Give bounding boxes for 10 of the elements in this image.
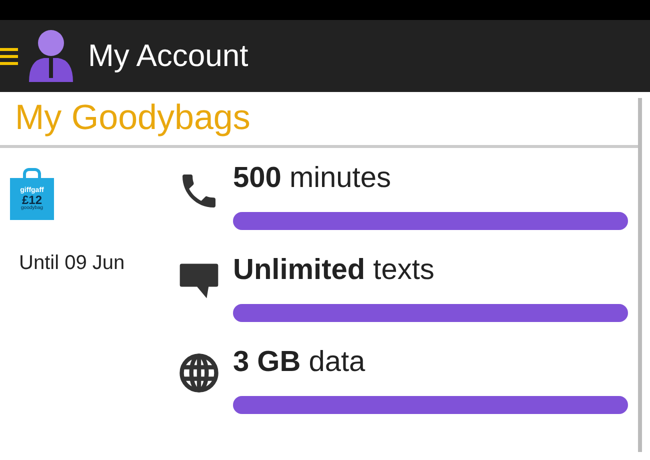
allowance-label: 3 GB data [233,345,366,380]
price-label: £12 [22,194,42,206]
user-avatar-icon [26,28,76,84]
app-bar-title: My Account [88,36,248,75]
allowance-label: 500 minutes [233,161,392,196]
allowance-label: Unlimited texts [233,253,436,288]
section-title: My Goodybags [15,97,250,140]
expiry-date: Until 09 Jun [19,251,126,276]
menu-icon[interactable] [0,45,18,67]
scrollbar[interactable] [638,98,642,452]
